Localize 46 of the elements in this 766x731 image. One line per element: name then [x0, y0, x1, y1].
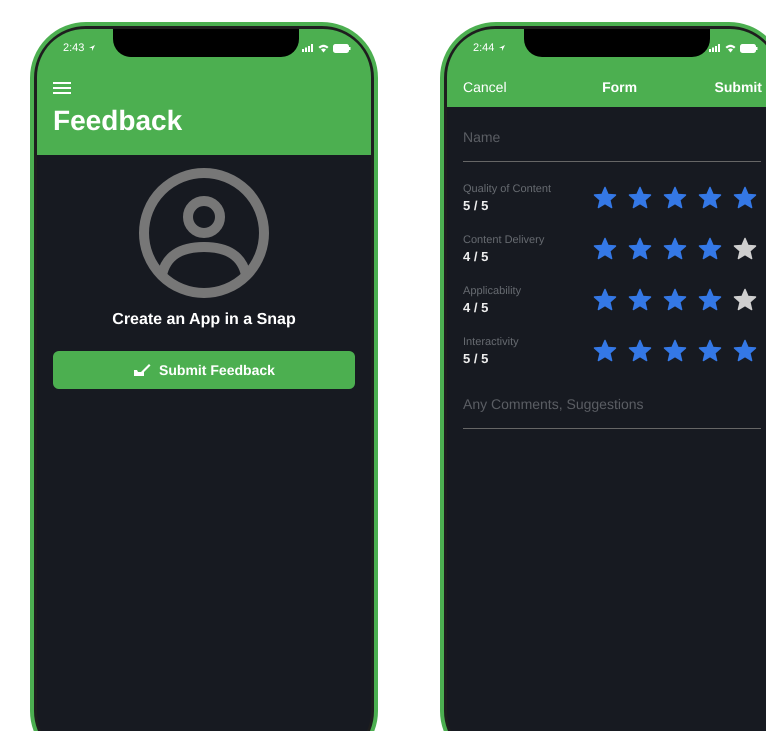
star-icon[interactable] [593, 237, 617, 260]
star-icon[interactable] [663, 186, 687, 209]
rating-label: Interactivity [463, 336, 520, 348]
status-time: 2:43 [63, 42, 84, 54]
submit-feedback-button[interactable]: Submit Feedback [53, 351, 355, 389]
form-title: Form [602, 79, 638, 95]
battery-icon [333, 44, 351, 52]
rating-label: Quality of Content [463, 182, 552, 194]
star-icon[interactable] [628, 237, 652, 260]
star-icon[interactable] [663, 339, 687, 362]
star-icon[interactable] [733, 186, 757, 209]
wifi-icon [318, 44, 329, 52]
star-icon[interactable] [663, 237, 687, 260]
star-icon[interactable] [663, 288, 687, 311]
star-icon[interactable] [628, 288, 652, 311]
comments-field[interactable]: Any Comments, Suggestions [463, 388, 761, 429]
star-icon[interactable] [628, 339, 652, 362]
menu-icon[interactable] [53, 81, 71, 95]
status-time: 2:44 [473, 42, 494, 54]
rating-score: 5 / 5 [463, 350, 490, 366]
tagline: Create an App in a Snap [112, 311, 296, 329]
star-icon[interactable] [628, 186, 652, 209]
rating-score: 5 / 5 [463, 198, 490, 212]
signal-icon [709, 44, 721, 52]
signal-icon [302, 44, 314, 52]
star-icon[interactable] [698, 237, 722, 260]
rating-label: Content Delivery [463, 234, 546, 246]
cancel-button[interactable]: Cancel [463, 79, 507, 95]
star-icon[interactable] [733, 339, 757, 362]
wifi-icon [725, 44, 736, 52]
battery-icon [740, 44, 758, 52]
rating-score: 4 / 5 [463, 300, 490, 314]
star-icon[interactable] [698, 288, 722, 311]
star-icon[interactable] [593, 339, 617, 362]
user-avatar-icon [138, 167, 270, 299]
star-icon[interactable] [593, 186, 617, 209]
rating-score: 4 / 5 [463, 248, 490, 264]
location-arrow-icon [88, 44, 96, 52]
name-field[interactable]: Name [463, 121, 761, 162]
rating-label: Applicability [463, 284, 522, 296]
star-icon[interactable] [698, 339, 722, 362]
submit-button[interactable]: Submit [714, 79, 762, 95]
page-title: Feedback [53, 105, 184, 137]
star-icon[interactable] [593, 288, 617, 311]
location-arrow-icon [498, 44, 506, 52]
star-icon[interactable] [698, 186, 722, 209]
